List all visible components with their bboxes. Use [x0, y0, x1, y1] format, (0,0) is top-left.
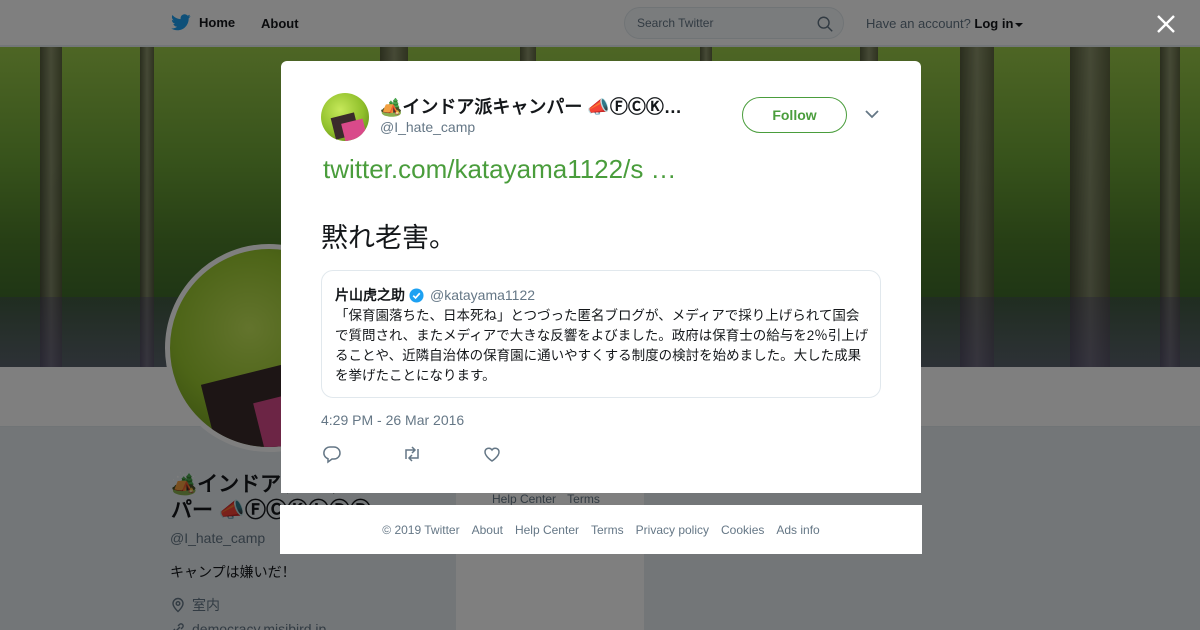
footer-link-about[interactable]: About	[472, 523, 503, 537]
close-icon[interactable]	[1154, 12, 1178, 36]
verified-badge-icon	[409, 287, 424, 303]
follow-button[interactable]: Follow	[742, 97, 847, 133]
tweet-timestamp[interactable]: 4:29 PM - 26 Mar 2016	[321, 412, 464, 428]
modal-footer: © 2019 Twitter About Help Center Terms P…	[280, 505, 922, 554]
tweet-author-name[interactable]: 🏕️インドア派キャンパー 📣ⒻⒸⓀ…	[380, 93, 682, 119]
footer-link-ads-info[interactable]: Ads info	[776, 523, 819, 537]
tweet-author-avatar[interactable]	[321, 93, 369, 141]
quoted-tweet-header: 片山虎之助 @katayama1122	[335, 285, 535, 305]
like-heart-icon[interactable]	[481, 444, 503, 464]
chevron-down-icon[interactable]	[864, 108, 880, 120]
reply-icon[interactable]	[321, 444, 343, 464]
tweet-author-handle[interactable]: @I_hate_camp	[380, 119, 475, 135]
retweet-icon[interactable]	[401, 444, 423, 464]
tweet-text: 黙れ老害。	[321, 223, 456, 254]
tweet-link[interactable]: twitter.com/katayama1122/s …	[323, 154, 677, 185]
quoted-tweet-text: 「保育園落ちた、日本死ね」とつづった匿名ブログが、メディアで採り上げられて国会で…	[335, 308, 869, 383]
footer-link-cookies[interactable]: Cookies	[721, 523, 764, 537]
quoted-author-name: 片山虎之助	[335, 287, 405, 303]
footer-copyright: © 2019 Twitter	[382, 522, 460, 537]
quoted-tweet[interactable]: 片山虎之助 @katayama1122 「保育園落ちた、日本死ね」とつづった匿名…	[321, 270, 881, 398]
footer-link-privacy[interactable]: Privacy policy	[636, 523, 709, 537]
tweet-modal: 🏕️インドア派キャンパー 📣ⒻⒸⓀ… @I_hate_camp Follow t…	[281, 61, 921, 493]
quoted-author-handle: @katayama1122	[430, 287, 536, 303]
footer-link-terms[interactable]: Terms	[591, 523, 624, 537]
footer-link-help-center[interactable]: Help Center	[515, 523, 579, 537]
